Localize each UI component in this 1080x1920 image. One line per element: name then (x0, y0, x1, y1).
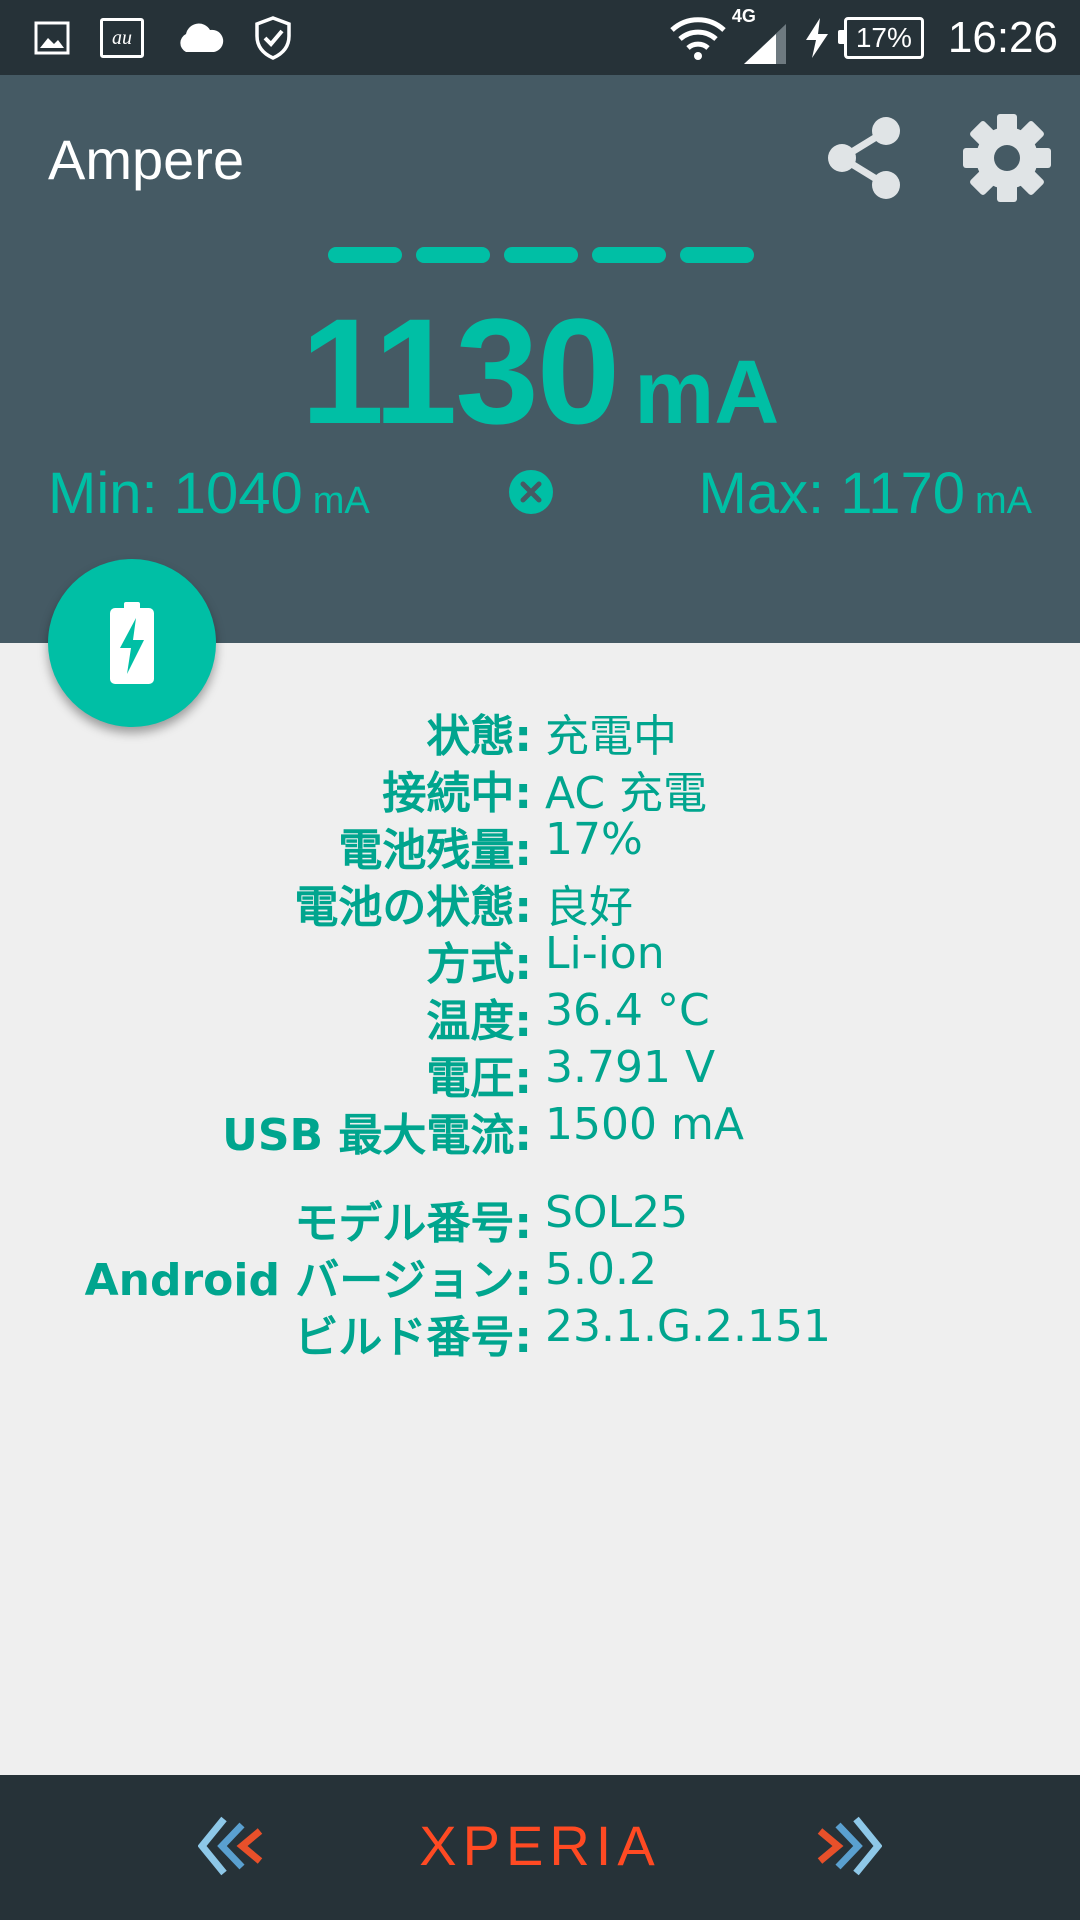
min-reading: Min: 1040 mA (48, 460, 370, 527)
info-label: ビルド番号: (294, 1312, 532, 1363)
battery-charging-icon (110, 602, 154, 684)
settings-button[interactable] (960, 111, 1054, 205)
forward-arrows-icon (817, 1816, 883, 1876)
current-unit: mA (634, 343, 780, 443)
info-label: モデル番号: (294, 1198, 532, 1249)
signal-bars-icon (743, 24, 786, 64)
info-row-technology: 方式: Li-ion (0, 928, 1080, 990)
info-value: 5.0.2 (545, 1244, 657, 1295)
info-value: 36.4 °C (545, 985, 710, 1036)
navigation-bar: XPERIA (0, 1775, 1080, 1920)
info-value: 1500 mA (545, 1099, 744, 1150)
info-value: 良好 (545, 882, 633, 933)
info-value: SOL25 (545, 1187, 689, 1238)
share-icon (828, 117, 900, 199)
info-row-model-number: モデル番号: SOL25 (0, 1187, 1080, 1249)
info-row-status: 状態: 充電中 (0, 700, 1080, 762)
cloud-icon (180, 23, 224, 52)
info-label: 電圧: (426, 1053, 532, 1104)
info-row-connection: 接続中: AC 充電 (0, 757, 1080, 819)
max-reading: Max: 1170 mA (698, 460, 1032, 527)
info-label: USB 最大電流: (222, 1110, 532, 1161)
share-button[interactable] (820, 113, 910, 203)
battery-percent: 17% (855, 22, 912, 53)
max-unit: mA (975, 480, 1032, 522)
clock: 16:26 (947, 13, 1058, 62)
info-row-voltage: 電圧: 3.791 V (0, 1042, 1080, 1104)
cellular-signal: 4G (732, 6, 788, 66)
info-row-temperature: 温度: 36.4 °C (0, 985, 1080, 1047)
info-value: 23.1.G.2.151 (545, 1301, 831, 1352)
app-header: Ampere 1130 mA Min: 1040 mA Max: 1170 mA (0, 75, 1080, 643)
max-label: Max: (698, 461, 841, 526)
info-value: AC 充電 (545, 768, 708, 819)
info-value: 充電中 (545, 711, 677, 762)
indicator-dash (592, 247, 666, 263)
info-label: Android バージョン: (84, 1255, 532, 1306)
indicator-dash (504, 247, 578, 263)
info-row-usb-max-current: USB 最大電流: 1500 mA (0, 1099, 1080, 1161)
reset-minmax-button[interactable] (508, 469, 554, 515)
min-value: 1040 (173, 461, 303, 526)
image-icon (34, 21, 70, 55)
charging-bolt-icon (805, 18, 828, 58)
au-icon: au (100, 18, 144, 58)
info-label: 電池の状態: (294, 882, 532, 933)
info-label: 接続中: (382, 768, 532, 819)
indicator-dash (416, 247, 490, 263)
info-row-battery-level: 電池残量: 17% (0, 814, 1080, 876)
indicator-dash (328, 247, 402, 263)
min-label: Min: (48, 461, 174, 526)
max-value: 1170 (840, 461, 965, 526)
system-status-icons: 4G 17% 16:26 (668, 6, 1058, 66)
info-value: 17% (545, 814, 643, 865)
gear-icon (963, 114, 1051, 202)
current-value: 1130 (300, 287, 620, 455)
xperia-logo: XPERIA (419, 1814, 661, 1877)
min-unit: mA (312, 480, 370, 522)
info-label: 温度: (426, 996, 532, 1047)
shield-check-icon (255, 16, 291, 60)
info-label: 状態: (426, 711, 532, 762)
notification-icons: au (34, 14, 292, 62)
battery-icon: 17% (837, 17, 924, 59)
status-bar: au 4G 17% 16:26 (0, 0, 1080, 75)
info-row-build-number: ビルド番号: 23.1.G.2.151 (0, 1301, 1080, 1363)
loading-indicator (328, 247, 754, 263)
current-reading: 1130 mA (0, 285, 1080, 458)
info-row-battery-health: 電池の状態: 良好 (0, 871, 1080, 933)
info-value: 3.791 V (545, 1042, 716, 1093)
info-label: 方式: (426, 939, 532, 990)
info-row-android-version: Android バージョン: 5.0.2 (0, 1244, 1080, 1306)
forward-button[interactable] (810, 1815, 883, 1877)
wifi-icon (670, 17, 726, 60)
app-title: Ampere (48, 128, 245, 191)
info-value: Li-ion (545, 928, 665, 979)
close-circle-icon (509, 470, 553, 514)
info-label: 電池残量: (338, 825, 532, 876)
indicator-dash (680, 247, 754, 263)
au-icon-text: au (112, 26, 132, 49)
